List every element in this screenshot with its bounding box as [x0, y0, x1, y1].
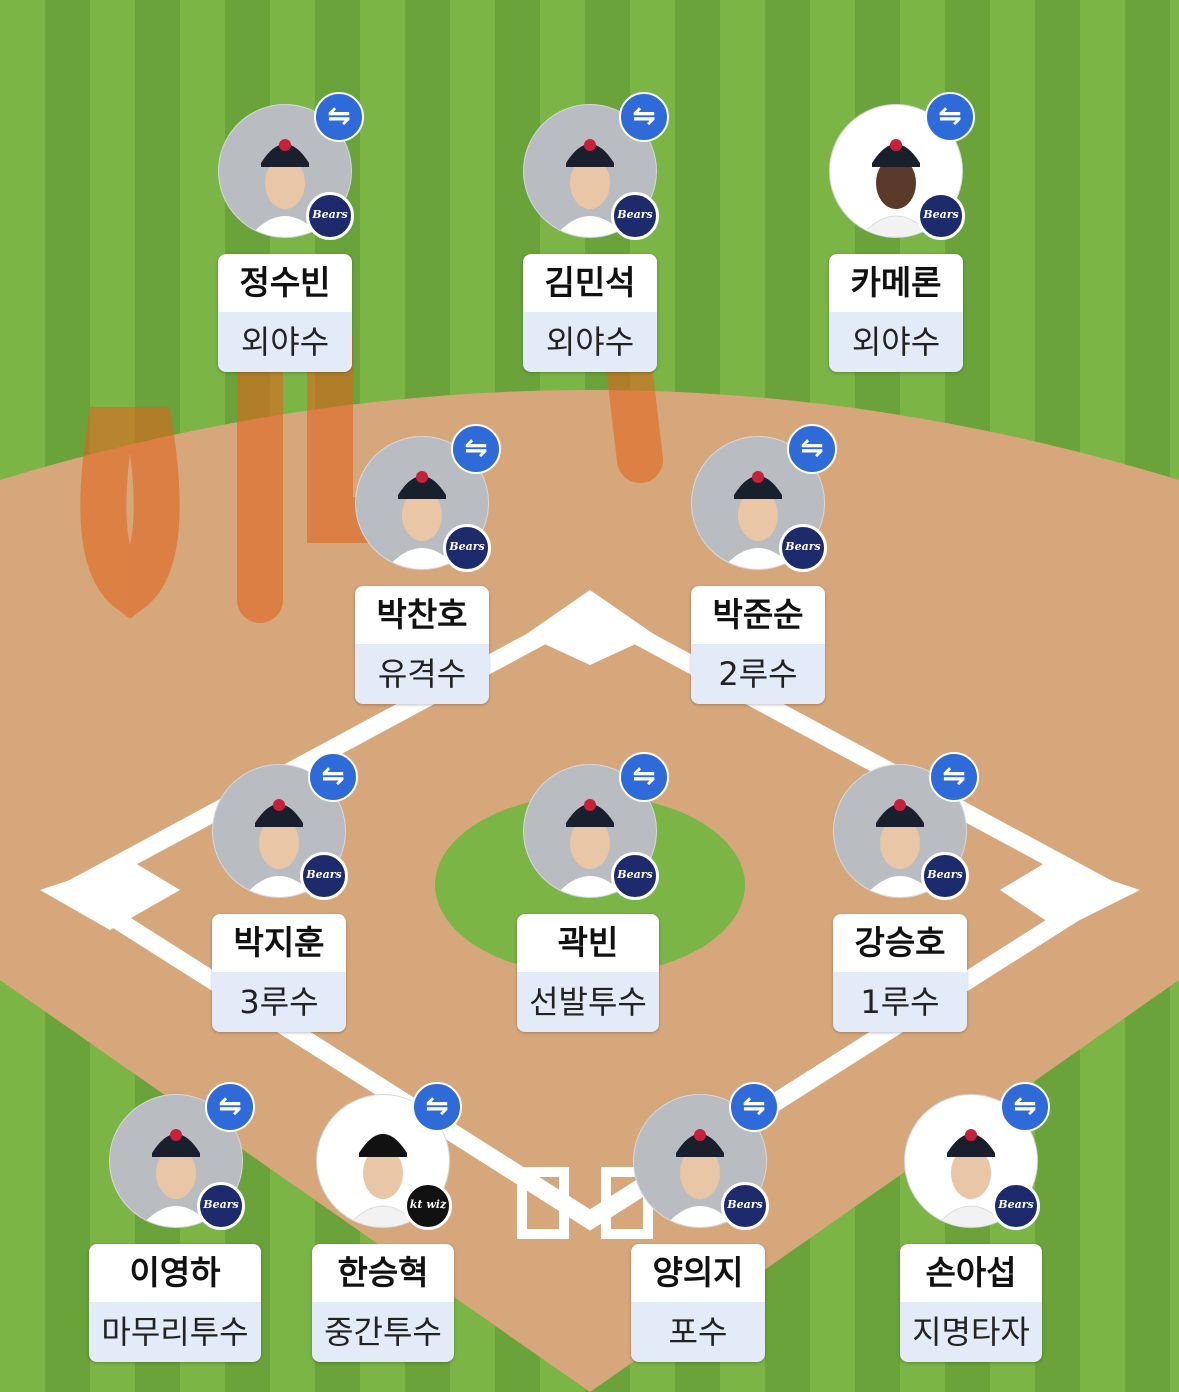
swap-icon[interactable]: ⇋ — [451, 424, 501, 474]
player-position: 마무리투수 — [89, 1302, 261, 1362]
player-info-card: 이영하 마무리투수 — [89, 1244, 261, 1362]
player-card[interactable]: ⇋ Bears 곽빈 선발투수 — [515, 752, 669, 1044]
player-info-card: 강승호 1루수 — [833, 914, 967, 1032]
player-name: 박찬호 — [355, 586, 489, 644]
player-name: 손아섭 — [900, 1244, 1042, 1302]
swap-icon[interactable]: ⇋ — [729, 1082, 779, 1132]
player-card[interactable]: ⇋ Bears 박찬호 유격수 — [347, 424, 501, 716]
player-name: 양의지 — [631, 1244, 765, 1302]
player-info-card: 곽빈 선발투수 — [517, 914, 659, 1032]
player-name: 한승혁 — [312, 1244, 454, 1302]
player-card[interactable]: ⇋ Bears 김민석 외야수 — [515, 92, 669, 384]
player-name: 카메론 — [829, 254, 963, 312]
team-logo-icon: Bears — [721, 1182, 769, 1230]
team-logo-icon: Bears — [306, 192, 354, 240]
swap-icon[interactable]: ⇋ — [308, 752, 358, 802]
swap-icon[interactable]: ⇋ — [619, 92, 669, 142]
player-card[interactable]: ⇋ Bears 손아섭 지명타자 — [896, 1082, 1050, 1374]
swap-icon[interactable]: ⇋ — [1000, 1082, 1050, 1132]
player-info-card: 손아섭 지명타자 — [900, 1244, 1042, 1362]
player-info-card: 박찬호 유격수 — [355, 586, 489, 704]
swap-icon[interactable]: ⇋ — [412, 1082, 462, 1132]
player-position: 2루수 — [691, 644, 825, 704]
player-card[interactable]: ⇋ Bears 정수빈 외야수 — [210, 92, 364, 384]
team-logo-icon: Bears — [443, 524, 491, 572]
team-logo-icon: Bears — [611, 852, 659, 900]
player-position: 외야수 — [218, 312, 352, 372]
player-position: 포수 — [631, 1302, 765, 1362]
player-name: 박지훈 — [212, 914, 346, 972]
player-info-card: 김민석 외야수 — [523, 254, 657, 372]
player-name: 박준순 — [691, 586, 825, 644]
team-logo-icon: Bears — [917, 192, 965, 240]
player-name: 강승호 — [833, 914, 967, 972]
team-logo-icon: Bears — [197, 1182, 245, 1230]
swap-icon[interactable]: ⇋ — [925, 92, 975, 142]
player-card[interactable]: ⇋ Bears 카메론 외야수 — [821, 92, 975, 384]
player-card[interactable]: ⇋ Bears 강승호 1루수 — [825, 752, 979, 1044]
player-card[interactable]: ⇋ Bears 박지훈 3루수 — [204, 752, 358, 1044]
player-position: 중간투수 — [312, 1302, 454, 1362]
swap-icon[interactable]: ⇋ — [929, 752, 979, 802]
player-info-card: 한승혁 중간투수 — [312, 1244, 454, 1362]
player-name: 곽빈 — [517, 914, 659, 972]
team-logo-icon: Bears — [779, 524, 827, 572]
team-logo-icon: Bears — [921, 852, 969, 900]
team-logo-icon: Bears — [300, 852, 348, 900]
player-info-card: 카메론 외야수 — [829, 254, 963, 372]
player-position: 외야수 — [829, 312, 963, 372]
player-position: 3루수 — [212, 972, 346, 1032]
player-card[interactable]: ⇋ Bears 양의지 포수 — [625, 1082, 779, 1374]
player-info-card: 박지훈 3루수 — [212, 914, 346, 1032]
player-info-card: 정수빈 외야수 — [218, 254, 352, 372]
swap-icon[interactable]: ⇋ — [205, 1082, 255, 1132]
swap-icon[interactable]: ⇋ — [314, 92, 364, 142]
player-position: 1루수 — [833, 972, 967, 1032]
player-info-card: 양의지 포수 — [631, 1244, 765, 1362]
team-logo-icon: Bears — [992, 1182, 1040, 1230]
player-position: 외야수 — [523, 312, 657, 372]
player-position: 선발투수 — [517, 972, 659, 1032]
swap-icon[interactable]: ⇋ — [619, 752, 669, 802]
player-position: 지명타자 — [900, 1302, 1042, 1362]
player-name: 김민석 — [523, 254, 657, 312]
team-logo-icon: Bears — [611, 192, 659, 240]
player-position: 유격수 — [355, 644, 489, 704]
player-card[interactable]: ⇋ kt wiz 한승혁 중간투수 — [308, 1082, 462, 1374]
player-info-card: 박준순 2루수 — [691, 586, 825, 704]
swap-icon[interactable]: ⇋ — [787, 424, 837, 474]
player-name: 정수빈 — [218, 254, 352, 312]
player-card[interactable]: ⇋ Bears 이영하 마무리투수 — [89, 1082, 261, 1374]
player-card[interactable]: ⇋ Bears 박준순 2루수 — [683, 424, 837, 716]
team-logo-icon: kt wiz — [404, 1182, 452, 1230]
player-name: 이영하 — [89, 1244, 261, 1302]
